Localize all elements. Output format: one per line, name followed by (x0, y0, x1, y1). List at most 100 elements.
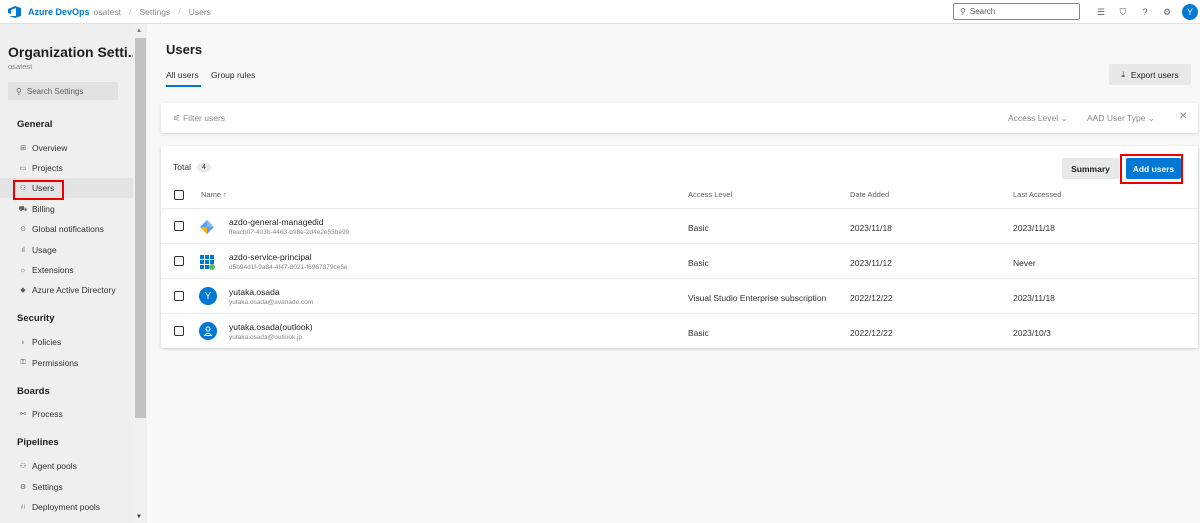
column-header-last-accessed[interactable]: Last Accessed (1013, 190, 1061, 199)
total-label: Total (173, 162, 191, 172)
breadcrumb-settings[interactable]: Settings (139, 7, 170, 17)
sidebar-item-policies[interactable]: ♁ Policies (0, 332, 133, 352)
aad-diamond-icon: ◆ (20, 287, 26, 294)
clear-filter-close-icon[interactable]: ✕ (1179, 111, 1187, 122)
date-added-cell: 2023/11/12 (850, 258, 892, 268)
marketplace-bag-icon[interactable]: ⛉ (1114, 7, 1132, 18)
download-icon: ⤓ (1121, 69, 1125, 79)
settings-search-placeholder: Search Settings (26, 86, 84, 96)
user-name[interactable]: azdo-general-managedid (229, 217, 324, 227)
active-tab-indicator (166, 85, 201, 87)
date-added-cell: 2022/12/22 (850, 328, 893, 338)
search-icon: ⚲ (16, 86, 22, 96)
user-name[interactable]: yutaka.osada(outlook) (229, 322, 313, 332)
sidebar-item-label: Process (32, 409, 63, 419)
row-checkbox[interactable] (174, 256, 184, 266)
section-general: General (17, 119, 53, 130)
projects-icon: ▭ (19, 165, 27, 172)
sidebar-item-label: Billing (32, 204, 55, 214)
last-accessed-cell: 2023/11/18 (1013, 223, 1055, 233)
row-checkbox[interactable] (174, 291, 184, 301)
row-checkbox[interactable] (174, 221, 184, 231)
export-users-button[interactable]: ⤓ Export users (1109, 64, 1191, 85)
sidebar-item-billing[interactable]: ⛟ Billing (0, 199, 133, 219)
sidebar-item-agent-pools[interactable]: ⚇ Agent pools (0, 456, 133, 476)
top-icons: ☰ ⛉ ? ⚙ Y (1092, 0, 1198, 24)
date-added-cell: 2022/12/22 (850, 293, 893, 303)
sidebar-item-permissions[interactable]: ⚿ Permissions (0, 353, 133, 373)
task-list-icon[interactable]: ☰ (1092, 7, 1110, 18)
access-level-cell: Visual Studio Enterprise subscription (688, 293, 827, 303)
access-level-cell: Basic (688, 328, 709, 338)
sidebar-item-label: Policies (32, 337, 62, 347)
process-icon: ⚯ (20, 411, 26, 418)
scroll-thumb[interactable] (135, 38, 146, 418)
sidebar-item-label: Overview (32, 143, 68, 153)
section-pipelines: Pipelines (17, 437, 59, 448)
table-row[interactable]: Y yutaka.osada yutaka.osada@avanade.com … (161, 278, 1198, 313)
managed-identity-icon (199, 219, 215, 235)
sidebar-item-overview[interactable]: ⊞ Overview (0, 138, 133, 158)
breadcrumb-org[interactable]: osatest (94, 7, 121, 17)
section-boards: Boards (17, 386, 50, 397)
gear-icon: ⚙ (19, 484, 27, 491)
table-row[interactable]: azdo-service-principal d5b94d1f-9a84-4f4… (161, 243, 1198, 278)
column-header-date-added[interactable]: Date Added (850, 190, 889, 199)
sidebar-item-global-notifications[interactable]: ⊙ Global notifications (0, 219, 133, 239)
user-name[interactable]: yutaka.osada (229, 287, 280, 297)
user-email: yutaka.osada@avanade.com (229, 299, 314, 306)
column-header-access-level[interactable]: Access Level (688, 190, 732, 199)
table-row[interactable]: yutaka.osada(outlook) yutaka.osada@outlo… (161, 313, 1198, 348)
sidebar-item-extensions[interactable]: ☼ Extensions (0, 260, 133, 280)
last-accessed-cell: Never (1013, 258, 1036, 268)
org-settings-title: Organization Setti... (8, 44, 140, 60)
scroll-up-arrow-icon[interactable]: ▲ (136, 28, 142, 34)
azure-devops-logo-icon[interactable] (8, 5, 22, 18)
top-search-input[interactable]: ⚲ Search (953, 3, 1080, 20)
access-level-dropdown[interactable]: Access Level ⌄ (1008, 113, 1068, 124)
filter-users-input[interactable]: ⚟ Filter users (173, 113, 225, 124)
last-accessed-cell: 2023/10/3 (1013, 328, 1051, 338)
aad-user-type-dropdown[interactable]: AAD User Type ⌄ (1087, 113, 1155, 124)
column-header-name[interactable]: Name ↑ (201, 190, 227, 199)
sidebar-item-deployment-pools[interactable]: ⛙ Deployment pools (0, 497, 133, 517)
settings-sidebar: Organization Setti... osatest ⚲ Search S… (0, 24, 147, 523)
tab-all-users[interactable]: All users (166, 70, 199, 80)
user-id: ffeacb07-403b-4463-b98e-2d4e2e55be99 (229, 229, 350, 236)
sidebar-item-label: Projects (32, 163, 63, 173)
help-icon[interactable]: ? (1136, 7, 1154, 17)
summary-button[interactable]: Summary (1062, 158, 1119, 179)
user-id: d5b94d1f-9a84-4f47-8021-f6967879ce5e (229, 264, 348, 271)
sidebar-item-usage[interactable]: ıl Usage (0, 240, 133, 260)
sidebar-item-label: Global notifications (32, 224, 104, 234)
sidebar-scrollbar[interactable]: ▲ ▼ (133, 24, 147, 523)
sidebar-item-label: Usage (32, 245, 57, 255)
row-checkbox[interactable] (174, 326, 184, 336)
select-all-checkbox[interactable] (174, 190, 184, 200)
person-avatar-icon (199, 322, 217, 340)
extensions-icon: ☼ (19, 266, 27, 274)
sidebar-item-aad[interactable]: ◆ Azure Active Directory (0, 280, 133, 300)
total-badge: 4 (196, 162, 211, 172)
chevron-down-icon: ⌄ (1060, 113, 1068, 123)
scroll-down-arrow-icon[interactable]: ▼ (136, 514, 142, 520)
filter-bar: ⚟ Filter users Access Level ⌄ AAD User T… (161, 103, 1198, 133)
sidebar-item-label: Agent pools (32, 461, 77, 471)
brand-link[interactable]: Azure DevOps (28, 7, 90, 17)
user-avatar[interactable]: Y (1182, 4, 1198, 20)
agent-pools-icon: ⚇ (19, 463, 27, 470)
lock-icon: ⚿ (20, 359, 26, 366)
sidebar-item-label: Permissions (32, 358, 79, 368)
add-users-highlight-box (1120, 154, 1183, 184)
tab-group-rules[interactable]: Group rules (211, 70, 255, 80)
sidebar-item-projects[interactable]: ▭ Projects (0, 158, 133, 178)
user-name[interactable]: azdo-service-principal (229, 252, 312, 262)
settings-search-input[interactable]: ⚲ Search Settings (8, 82, 118, 100)
users-highlight-box (13, 180, 64, 200)
access-level-label: Access Level (1008, 113, 1059, 123)
table-row[interactable]: azdo-general-managedid ffeacb07-403b-446… (161, 208, 1198, 243)
sidebar-item-process[interactable]: ⚯ Process (0, 404, 133, 424)
user-settings-icon[interactable]: ⚙ (1158, 7, 1176, 18)
sidebar-item-settings[interactable]: ⚙ Settings (0, 477, 133, 497)
breadcrumb-users[interactable]: Users (189, 7, 211, 17)
